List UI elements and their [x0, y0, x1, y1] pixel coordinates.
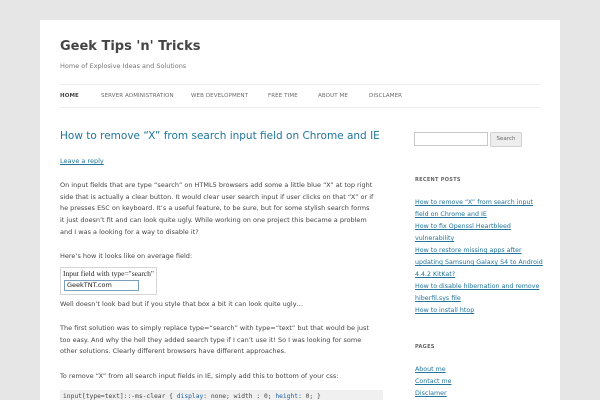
nav-item-free-time[interactable]: FREE TIME	[268, 93, 298, 99]
nav-item-home[interactable]: HOME	[60, 93, 79, 99]
post-paragraph-3: Well doesn’t look bad but if you style t…	[60, 299, 380, 311]
text-line: Well doesn’t look bad but if you style t…	[60, 300, 304, 308]
code-selector: input[type=text]::-ms-clear {	[63, 393, 177, 400]
site-tagline: Home of Explosive Ideas and Solutions	[60, 62, 187, 70]
recent-post-link[interactable]: How to fix Openssl Heartbleed	[415, 221, 555, 233]
recent-post-link[interactable]: updating Samsung Galaxy S4 to Android	[415, 257, 555, 269]
text-line: it just doesn’t fit and can look quite u…	[60, 216, 367, 225]
page-link-about-me[interactable]: About me	[415, 364, 555, 376]
post-title[interactable]: How to remove “X” from search input fiel…	[60, 130, 380, 142]
recent-post-link[interactable]: How to install htop	[415, 305, 555, 317]
example-search-input: GeekTNT.com	[64, 280, 139, 291]
text-line: he presses ESC on keyboard. It’s a usefu…	[60, 204, 370, 213]
recent-posts-title: RECENT POSTS	[415, 177, 461, 183]
recent-posts-list: How to remove “X” from search input fiel…	[415, 197, 555, 317]
text-line: side that is actually a clear button. It…	[60, 192, 374, 201]
recent-post-link[interactable]: How to remove “X” from search input	[415, 197, 555, 209]
recent-post-link[interactable]: field on Chrome and IE	[415, 209, 555, 221]
post-paragraph-5: To remove “X” from all search input fiel…	[60, 371, 380, 383]
code-value: : none; width : 0;	[203, 393, 276, 400]
search-field-example-image: Input field with type="search" GeekTNT.c…	[60, 267, 157, 295]
leave-reply-link[interactable]: Leave a reply	[60, 157, 104, 165]
example-label: Input field with type="search"	[63, 269, 154, 278]
sidebar-search-input[interactable]	[414, 132, 488, 146]
recent-post-link[interactable]: 4.4.2 KitKat?	[415, 269, 555, 281]
nav-item-web-development[interactable]: WEB DEVELOPMENT	[191, 93, 248, 99]
main-nav: HOME SERVER ADMINISTRATION WEB DEVELOPME…	[60, 84, 540, 108]
page-link-disclamer[interactable]: Disclamer	[415, 388, 555, 400]
recent-post-link[interactable]: How to restore missing apps after	[415, 245, 555, 257]
text-line: Here’s how it looks like on average fiel…	[60, 252, 193, 260]
page-link-contact-me[interactable]: Contact me	[415, 376, 555, 388]
code-keyword: height	[275, 393, 299, 400]
post-paragraph-2: Here’s how it looks like on average fiel…	[60, 251, 380, 263]
code-block: input[type=text]::-ms-clear { display: n…	[60, 390, 383, 400]
recent-post-link[interactable]: hiberfil.sys file	[415, 293, 555, 305]
post-paragraph-1: On input fields that are type “search” o…	[60, 180, 380, 239]
pages-title: PAGES	[415, 344, 435, 350]
site-title[interactable]: Geek Tips 'n' Tricks	[60, 39, 201, 54]
text-line: too easy. And why the hell they added se…	[60, 335, 362, 344]
recent-post-link[interactable]: How to disable hibernation and remove	[415, 281, 555, 293]
text-line: To remove “X” from all search input fiel…	[60, 372, 339, 380]
nav-item-about-me[interactable]: ABOUT ME	[318, 93, 348, 99]
text-line: other solutions. Clearly different brows…	[60, 347, 287, 356]
page-container: Geek Tips 'n' Tricks Home of Explosive I…	[40, 20, 560, 400]
text-line: The first solution was to simply replace…	[60, 324, 369, 332]
search-button[interactable]: Search	[490, 132, 522, 147]
text-line: and I was a looking for a way to disable…	[60, 227, 199, 236]
pages-list: About me Contact me Disclamer	[415, 364, 555, 400]
recent-post-link[interactable]: vulnerability	[415, 233, 555, 245]
code-value: : 0; }	[298, 393, 321, 400]
post-paragraph-4: The first solution was to simply replace…	[60, 323, 380, 358]
code-keyword: display	[176, 393, 204, 400]
text-line: On input fields that are type “search” o…	[60, 181, 373, 189]
nav-item-disclamer[interactable]: DISCLAMER	[369, 93, 402, 99]
nav-item-server-administration[interactable]: SERVER ADMINISTRATION	[101, 93, 174, 99]
